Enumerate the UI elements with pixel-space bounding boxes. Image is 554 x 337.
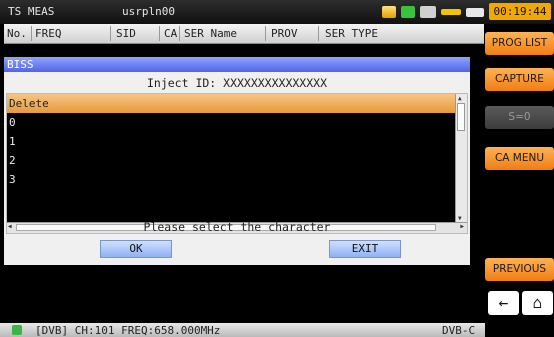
select-prompt: Please select the character — [143, 220, 331, 234]
capture-button[interactable]: CAPTURE — [485, 68, 554, 91]
column-header-sid: SID — [116, 27, 136, 40]
app-title: TS MEAS — [8, 5, 55, 18]
dialog-title: BISS — [7, 58, 34, 71]
usb-icon — [441, 9, 461, 15]
channel-info: [DVB] CH:101 FREQ:658.000MHz — [35, 324, 221, 337]
scroll-up-icon[interactable]: ▲ — [458, 95, 462, 102]
character-list[interactable]: Delete 0 1 2 3 ▲ ▼ ◀ ▶ — [6, 93, 468, 234]
column-header-ser-type: SER TYPE — [325, 27, 378, 40]
list-item-label: Delete — [9, 97, 49, 110]
table-header: No. FREQ SID CA SER Name PROV SER TYPE — [4, 24, 484, 44]
dialog-title-bar: BISS — [4, 57, 470, 72]
column-header-freq: FREQ — [35, 27, 62, 40]
inject-id-label: Inject ID: XXXXXXXXXXXXXXX — [146, 76, 327, 90]
column-header-prov: PROV — [271, 27, 298, 40]
channel-status-bar: [DVB] CH:101 FREQ:658.000MHz DVB-C — [0, 323, 485, 337]
clock: 00:19:44 — [489, 3, 551, 20]
list-item[interactable]: 1 — [7, 132, 455, 151]
list-item-label: 1 — [9, 135, 16, 148]
vertical-scrollbar[interactable]: ▲ ▼ — [455, 94, 467, 223]
column-header-ser-name: SER Name — [184, 27, 237, 40]
softkey-panel: PROG LIST CAPTURE S=0 CA MENU PREVIOUS ←… — [485, 24, 554, 337]
tso-icon — [420, 6, 436, 18]
previous-button[interactable]: PREVIOUS — [485, 258, 554, 281]
list-item[interactable]: 3 — [7, 170, 455, 189]
prog-list-button[interactable]: PROG LIST — [485, 32, 554, 55]
list-item[interactable]: 2 — [7, 151, 455, 170]
battery-icon — [466, 7, 484, 17]
list-item-label: 0 — [9, 116, 16, 129]
list-item-label: 2 — [9, 154, 16, 167]
media-icon — [401, 6, 415, 18]
status-icons — [382, 5, 484, 19]
list-item[interactable]: 0 — [7, 113, 455, 132]
bottom-area: [DVB] CH:101 FREQ:658.000MHz DVB-C — [0, 296, 485, 337]
signal-icon — [382, 6, 396, 18]
back-icon[interactable]: ← — [488, 291, 519, 315]
list-item-delete[interactable]: Delete — [7, 94, 455, 113]
user-name: usrpln00 — [122, 5, 175, 18]
exit-button[interactable]: EXIT — [329, 240, 401, 258]
ca-menu-button[interactable]: CA MENU — [485, 147, 554, 170]
lock-indicator-icon — [12, 325, 22, 335]
home-icon[interactable]: ⌂ — [522, 291, 553, 315]
column-header-no: No. — [7, 27, 27, 40]
top-status-bar: TS MEAS usrpln00 00:19:44 — [0, 0, 554, 24]
list-item-label: 3 — [9, 173, 16, 186]
vertical-scroll-thumb[interactable] — [457, 103, 465, 131]
s0-button: S=0 — [485, 106, 554, 129]
standard-label: DVB-C — [442, 324, 476, 337]
biss-dialog: BISS Inject ID: XXXXXXXXXXXXXXX Delete 0… — [4, 57, 470, 265]
ok-button[interactable]: OK — [100, 240, 172, 258]
column-header-ca: CA — [164, 27, 178, 40]
